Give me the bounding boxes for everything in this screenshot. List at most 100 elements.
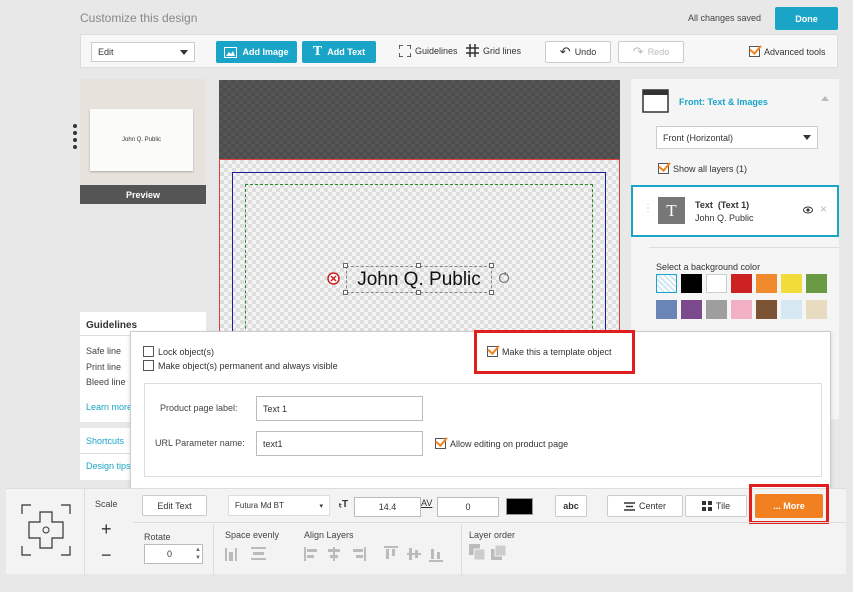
color-swatch[interactable] — [781, 274, 802, 293]
chevron-down-icon: ▾ — [319, 502, 323, 510]
allow-editing-checkbox[interactable] — [435, 438, 446, 449]
allow-editing-label: Allow editing on product page — [450, 438, 569, 449]
space-evenly-label: Space evenly — [225, 530, 280, 540]
more-button[interactable]: ... More — [755, 494, 823, 518]
permanent-checkbox[interactable] — [143, 360, 154, 371]
divider — [213, 524, 214, 575]
guidelines-toggle[interactable]: Guidelines — [399, 45, 458, 57]
add-text-label: Add Text — [327, 47, 366, 57]
letter-spacing-input[interactable]: 0 — [437, 497, 499, 517]
layer-value: John Q. Public — [695, 213, 754, 223]
font-select-value: Futura Md BT — [235, 501, 284, 510]
bg-color-palette — [656, 274, 827, 320]
product-label-caption: Product page label: — [160, 403, 238, 413]
align-center-icon — [623, 501, 635, 511]
undo-button[interactable]: ↶ Undo — [545, 41, 611, 63]
mode-select[interactable]: Edit — [91, 42, 195, 62]
resize-handle[interactable] — [489, 290, 494, 295]
lock-option[interactable]: Lock object(s) — [143, 346, 214, 357]
scale-down-button[interactable]: − — [101, 545, 112, 566]
url-param-input[interactable]: text1 — [256, 431, 423, 456]
side-select[interactable]: Front (Horizontal) — [656, 126, 818, 149]
advanced-tools-label: Advanced tools — [764, 46, 826, 57]
image-icon — [224, 46, 238, 58]
resize-handle[interactable] — [343, 290, 348, 295]
add-text-button[interactable]: T Add Text — [302, 41, 376, 63]
show-layers-checkbox[interactable] — [658, 163, 669, 174]
color-swatch[interactable] — [806, 274, 827, 293]
color-swatch[interactable] — [731, 274, 752, 293]
design-tips-link[interactable]: Design tips — [86, 461, 131, 471]
url-param-caption: URL Parameter name: — [155, 438, 245, 448]
color-swatch[interactable] — [706, 300, 727, 319]
canvas-text-object[interactable]: John Q. Public — [346, 266, 492, 293]
delete-object-icon[interactable] — [327, 272, 340, 285]
tile-button[interactable]: Tile — [685, 495, 747, 517]
divider — [133, 522, 846, 523]
page-title: Customize this design — [80, 11, 198, 25]
color-swatch[interactable] — [806, 300, 827, 319]
position-pad-icon[interactable] — [21, 504, 71, 556]
preview-panel[interactable]: John Q. Public Preview — [80, 79, 206, 204]
close-icon[interactable]: × — [820, 202, 827, 216]
rotate-stepper-icon[interactable]: ▲ ▼ — [195, 546, 201, 562]
shortcuts-link[interactable]: Shortcuts — [86, 436, 124, 446]
redo-button[interactable]: ↷ Redo — [618, 41, 684, 63]
chevron-down-icon — [803, 135, 811, 140]
color-swatch[interactable] — [781, 300, 802, 319]
layer-order-icons[interactable] — [469, 544, 511, 562]
font-size-value: 14.4 — [378, 502, 397, 512]
font-size-icon: ₜT — [339, 499, 349, 510]
more-options-popup: Lock object(s) Make object(s) permanent … — [130, 330, 831, 490]
spellcheck-button[interactable]: abc — [555, 495, 587, 517]
align-layers-icons[interactable] — [304, 546, 444, 562]
template-checkbox[interactable] — [487, 346, 498, 357]
edit-text-button[interactable]: Edit Text — [142, 495, 207, 516]
color-swatch[interactable] — [756, 300, 777, 319]
advanced-tools-toggle[interactable]: Advanced tools — [749, 46, 826, 57]
chevron-up-icon[interactable] — [821, 96, 829, 101]
template-option[interactable]: Make this a template object — [487, 346, 612, 357]
color-swatch[interactable] — [681, 300, 702, 319]
product-label-input[interactable]: Text 1 — [256, 396, 423, 421]
tile-label: Tile — [715, 501, 731, 511]
resize-handle[interactable] — [343, 263, 348, 268]
color-swatch[interactable] — [681, 274, 702, 293]
drag-handle-icon[interactable]: ⋮ — [643, 203, 653, 214]
space-evenly-icons[interactable] — [225, 546, 267, 562]
mode-select-value: Edit — [98, 47, 114, 57]
layer-item[interactable]: ⋮ T Text (Text 1) John Q. Public × — [631, 185, 839, 237]
chevron-down-icon — [180, 49, 188, 55]
color-swatch[interactable] — [706, 274, 727, 293]
allow-editing-option[interactable]: Allow editing on product page — [435, 438, 568, 449]
advanced-tools-checkbox[interactable] — [749, 46, 760, 57]
learn-more-link[interactable]: Learn more — [86, 402, 132, 412]
grid-lines-toggle[interactable]: Grid lines — [466, 44, 521, 57]
undo-icon: ↶ — [559, 44, 571, 59]
color-swatch[interactable] — [756, 274, 777, 293]
text-color-swatch[interactable] — [506, 498, 533, 515]
rotate-label: Rotate — [144, 532, 171, 542]
swatch-transparent[interactable] — [656, 274, 677, 293]
lock-checkbox[interactable] — [143, 346, 154, 357]
eye-icon[interactable] — [803, 206, 813, 214]
template-settings: Product page label: Text 1 URL Parameter… — [144, 383, 822, 477]
show-layers-toggle[interactable]: Show all layers (1) — [658, 163, 747, 174]
font-select[interactable]: Futura Md BT ▾ — [228, 495, 330, 516]
resize-handle[interactable] — [416, 290, 421, 295]
resize-handle[interactable] — [489, 263, 494, 268]
color-swatch[interactable] — [731, 300, 752, 319]
scale-up-button[interactable]: + — [101, 519, 112, 540]
font-size-input[interactable]: 14.4 — [354, 497, 421, 517]
done-button[interactable]: Done — [775, 7, 838, 30]
resize-handle[interactable] — [416, 263, 421, 268]
add-image-button[interactable]: Add Image — [216, 41, 297, 63]
grid-icon — [466, 44, 479, 57]
color-swatch[interactable] — [656, 300, 677, 319]
center-label: Center — [638, 501, 666, 511]
more-vertical-icon[interactable] — [73, 124, 77, 152]
preview-label: Preview — [80, 185, 206, 204]
permanent-option[interactable]: Make object(s) permanent and always visi… — [143, 360, 338, 371]
rotate-object-icon[interactable] — [498, 272, 510, 284]
center-button[interactable]: Center — [607, 495, 683, 517]
